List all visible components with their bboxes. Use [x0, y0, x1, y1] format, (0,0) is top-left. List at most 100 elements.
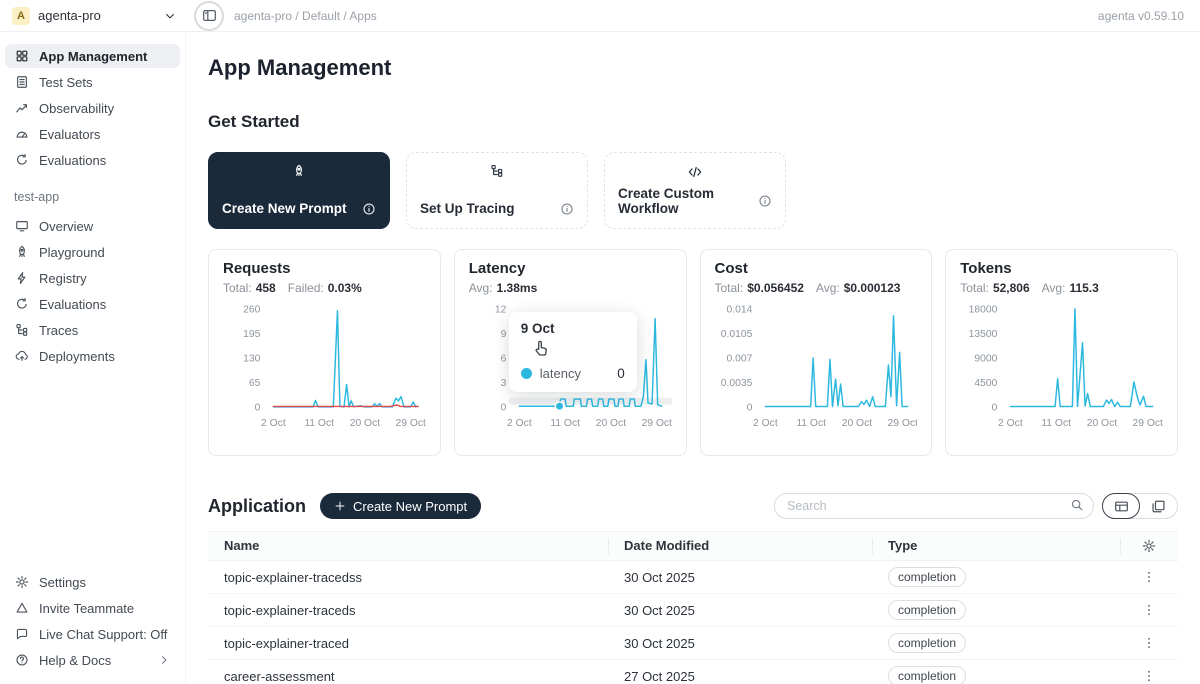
svg-text:4500: 4500 — [975, 378, 998, 389]
metric-stats: Avg:1.38ms — [469, 281, 672, 295]
search-input[interactable] — [774, 493, 1094, 519]
cell-date-modified: 30 Oct 2025 — [608, 570, 872, 585]
search-icon[interactable] — [1070, 498, 1084, 512]
tokens-chart-plot[interactable]: 04500900013500180002 Oct11 Oct20 Oct29 O… — [960, 297, 1163, 433]
sidebar-item-registry[interactable]: Registry — [5, 266, 180, 290]
application-title: Application — [208, 496, 306, 517]
sidebar-item-evaluations[interactable]: Evaluations — [5, 292, 180, 316]
stat-total: Total:52,806 — [960, 281, 1029, 295]
sidebar-item-observability[interactable]: Observability — [5, 96, 180, 120]
row-actions-button[interactable] — [1120, 636, 1178, 650]
table-view-button[interactable] — [1102, 493, 1140, 519]
sidebar-item-overview[interactable]: Overview — [5, 214, 180, 238]
workspace-selector[interactable]: A agenta-pro — [0, 7, 186, 25]
table-row[interactable]: topic-explainer-traceds 30 Oct 2025 comp… — [208, 594, 1178, 627]
tooltip-value: 0 — [617, 366, 625, 381]
tooltip-date: 9 Oct — [521, 321, 625, 336]
requests-chart-plot[interactable]: 0651301952602 Oct11 Oct20 Oct29 Oct — [223, 297, 426, 433]
info-icon — [362, 202, 376, 216]
grid-icon — [14, 49, 29, 63]
sidebar-spacer — [5, 370, 180, 570]
row-actions-button[interactable] — [1120, 570, 1178, 584]
svg-text:18000: 18000 — [969, 304, 998, 315]
create-new-prompt-button[interactable]: Create New Prompt — [320, 493, 481, 519]
monitor-icon — [14, 219, 29, 233]
metric-title: Tokens — [960, 260, 1163, 277]
sync-icon — [14, 153, 29, 167]
row-actions-button[interactable] — [1120, 669, 1178, 683]
breadcrumb[interactable]: agenta-pro / Default / Apps — [234, 9, 377, 23]
type-badge: completion — [888, 600, 966, 620]
get-started-card-create-custom-workflow[interactable]: Create Custom Workflow — [604, 152, 786, 229]
svg-text:0: 0 — [255, 403, 261, 414]
column-header-name[interactable]: Name — [208, 538, 608, 554]
gear-icon — [14, 575, 29, 589]
sidebar-item-evaluations[interactable]: Evaluations — [5, 148, 180, 172]
application-header: Application Create New Prompt — [208, 493, 1178, 519]
test-sets-icon — [14, 75, 29, 89]
sidebar-item-evaluators[interactable]: Evaluators — [5, 122, 180, 146]
sidebar-section-label: test-app — [5, 174, 180, 214]
bolt-icon — [14, 271, 29, 285]
svg-text:20 Oct: 20 Oct — [841, 418, 872, 429]
metric-card-tokens: Tokens Total:52,806Avg:115.3 04500900013… — [945, 249, 1178, 456]
svg-text:20 Oct: 20 Oct — [595, 418, 626, 429]
svg-text:130: 130 — [243, 353, 260, 364]
cell-date-modified: 30 Oct 2025 — [608, 603, 872, 618]
tooltip-series-label: latency — [540, 366, 581, 381]
sidebar-item-playground[interactable]: Playground — [5, 240, 180, 264]
gear-icon[interactable] — [1142, 538, 1156, 554]
table-row[interactable]: topic-explainer-tracedss 30 Oct 2025 com… — [208, 561, 1178, 594]
sidebar-item-label: Observability — [39, 101, 114, 116]
svg-text:9: 9 — [500, 329, 506, 340]
page-title: App Management — [208, 55, 1178, 81]
svg-text:6: 6 — [500, 353, 506, 364]
search-box — [774, 493, 1094, 519]
stat-avg: Avg:115.3 — [1042, 281, 1099, 295]
create-new-prompt-label: Create New Prompt — [353, 499, 467, 514]
svg-text:260: 260 — [243, 304, 260, 315]
table-row[interactable]: career-assessment 27 Oct 2025 completion — [208, 660, 1178, 684]
sidebar-item-settings[interactable]: Settings — [5, 570, 180, 594]
sidebar-item-traces[interactable]: Traces — [5, 318, 180, 342]
sidebar-collapse-button[interactable] — [194, 1, 224, 31]
sidebar-app-nav: Overview Playground Registry Evaluations… — [5, 214, 180, 370]
workspace-name: agenta-pro — [38, 8, 156, 23]
plus-icon — [334, 500, 346, 512]
sidebar-item-label: Evaluations — [39, 297, 106, 312]
table-view-icon — [1114, 499, 1129, 514]
get-started-card-create-new-prompt[interactable]: Create New Prompt — [208, 152, 390, 229]
metrics-charts-row: Requests Total:458Failed:0.03% 065130195… — [208, 249, 1178, 456]
get-started-card-set-up-tracing[interactable]: Set Up Tracing — [406, 152, 588, 229]
kebab-menu-icon — [1142, 636, 1156, 650]
sidebar-item-help-docs[interactable]: Help & Docs — [5, 648, 180, 672]
cloud-upload-icon — [14, 349, 29, 363]
observability-icon — [14, 101, 29, 115]
sidebar-item-test-sets[interactable]: Test Sets — [5, 70, 180, 94]
sidebar-item-app-management[interactable]: App Management — [5, 44, 180, 68]
column-header-date-modified[interactable]: Date Modified — [608, 538, 872, 554]
cost-chart-plot[interactable]: 00.00350.0070.01050.0142 Oct11 Oct20 Oct… — [715, 297, 918, 433]
svg-text:0.007: 0.007 — [726, 353, 752, 364]
svg-text:65: 65 — [249, 378, 261, 389]
main-content: App Management Get Started Create New Pr… — [186, 32, 1200, 684]
sidebar-item-label: Traces — [39, 323, 78, 338]
panel-collapse-icon — [202, 8, 217, 23]
table-row[interactable]: topic-explainer-traced 30 Oct 2025 compl… — [208, 627, 1178, 660]
gauge-icon — [14, 127, 29, 141]
sidebar-main-nav: App Management Test Sets Observability E… — [5, 44, 180, 174]
help-icon — [14, 653, 29, 667]
get-started-cards: Create New Prompt Set Up Tracing Create … — [208, 152, 1178, 229]
stat-total: Total:458 — [223, 281, 276, 295]
info-icon — [758, 194, 772, 208]
sidebar-item-deployments[interactable]: Deployments — [5, 344, 180, 368]
card-view-button[interactable] — [1139, 494, 1177, 518]
svg-text:195: 195 — [243, 329, 260, 340]
sidebar-item-invite-teammate[interactable]: Invite Teammate — [5, 596, 180, 620]
column-header-type[interactable]: Type — [872, 538, 1120, 554]
svg-text:0.0035: 0.0035 — [720, 378, 752, 389]
sidebar-item-live-chat-support-off[interactable]: Live Chat Support: Off — [5, 622, 180, 646]
svg-text:13500: 13500 — [969, 329, 998, 340]
row-actions-button[interactable] — [1120, 603, 1178, 617]
series-dot-icon — [521, 368, 532, 379]
